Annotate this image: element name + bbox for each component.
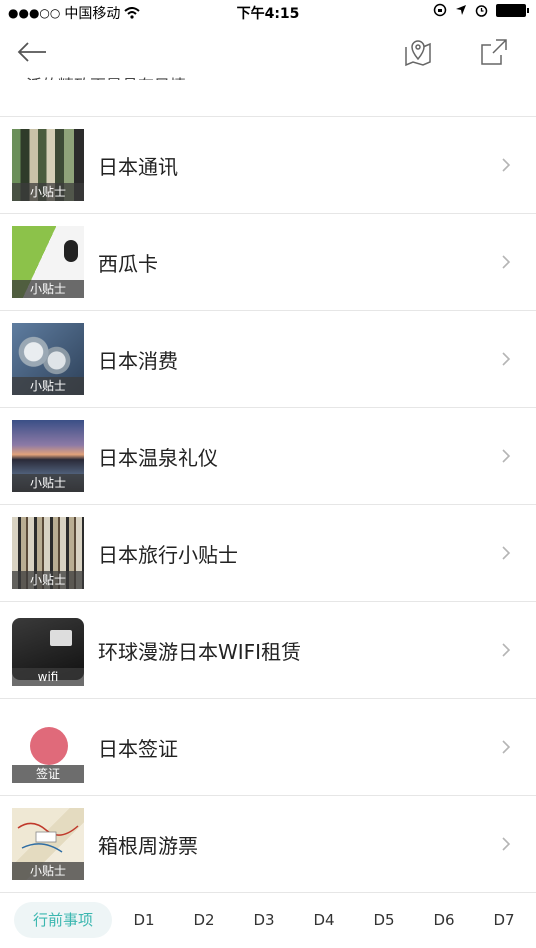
- thumbnail-image: wifi: [12, 614, 84, 686]
- alarm-icon: [475, 4, 488, 17]
- list-item-title: 日本温泉礼仪: [98, 446, 218, 470]
- list-item[interactable]: 小贴士 日本消费: [0, 310, 536, 407]
- list-item[interactable]: 小贴士 日本通讯: [0, 116, 536, 213]
- chevron-right-icon: [502, 643, 511, 657]
- list-item[interactable]: 签证 日本签证: [0, 698, 536, 795]
- chevron-right-icon: [502, 255, 511, 269]
- share-button[interactable]: [476, 34, 512, 70]
- thumbnail-badge: 小贴士: [12, 571, 84, 589]
- status-bar: ●●●○○ 中国移动 下午4:15: [0, 0, 536, 24]
- list-item-title: 日本旅行小贴士: [98, 543, 238, 567]
- list-item-title: 箱根周游票: [98, 834, 198, 858]
- thumbnail-badge: 签证: [12, 765, 84, 783]
- battery-icon: [496, 3, 529, 17]
- back-arrow-icon: [17, 42, 46, 62]
- list-item[interactable]: 小贴士 日本温泉礼仪: [0, 407, 536, 504]
- list-item[interactable]: wifi 环球漫游日本WIFI租赁: [0, 601, 536, 698]
- list-item-title: 日本通讯: [98, 155, 178, 179]
- location-arrow-icon: [456, 5, 466, 15]
- thumbnail-image: 小贴士: [12, 226, 84, 298]
- chevron-right-icon: [502, 546, 511, 560]
- day-tab-bar: 行前事项 D1 D2 D3 D4 D5 D6 D7: [0, 892, 536, 948]
- list-item-title: 西瓜卡: [98, 252, 158, 276]
- list-item-title: 环球漫游日本WIFI租赁: [98, 640, 302, 664]
- thumbnail-image: 小贴士: [12, 323, 84, 395]
- chevron-right-icon: [502, 740, 511, 754]
- tab-d1[interactable]: D1: [126, 902, 162, 938]
- thumbnail-badge: wifi: [12, 668, 84, 686]
- status-right: [433, 3, 529, 17]
- tab-d7[interactable]: D7: [486, 902, 522, 938]
- tab-d6[interactable]: D6: [426, 902, 462, 938]
- thumbnail-badge: 小贴士: [12, 183, 84, 201]
- chevron-right-icon: [502, 352, 511, 366]
- tab-pre-trip[interactable]: 行前事项: [14, 902, 112, 938]
- list-item[interactable]: 小贴士 箱根周游票: [0, 795, 536, 892]
- list-item-title: 日本签证: [98, 737, 178, 761]
- thumbnail-image: 小贴士: [12, 808, 84, 880]
- content-mask: [0, 80, 536, 116]
- thumbnail-image: 签证: [12, 711, 84, 783]
- list-item[interactable]: 小贴士 西瓜卡: [0, 213, 536, 310]
- tab-d3[interactable]: D3: [246, 902, 282, 938]
- tab-d4[interactable]: D4: [306, 902, 342, 938]
- list-item-title: 日本消费: [98, 349, 178, 373]
- thumbnail-badge: 小贴士: [12, 280, 84, 298]
- rotation-lock-icon: [433, 3, 447, 17]
- thumbnail-image: 小贴士: [12, 129, 84, 201]
- map-pin-icon: [405, 40, 431, 67]
- map-button[interactable]: [400, 34, 436, 70]
- chevron-right-icon: [502, 158, 511, 172]
- device-screen: [50, 630, 72, 646]
- thumbnail-badge: 小贴士: [12, 862, 84, 880]
- share-icon: [481, 39, 507, 65]
- thumbnail-image: 小贴士: [12, 517, 84, 589]
- thumbnail-badge: 小贴士: [12, 474, 84, 492]
- back-button[interactable]: [14, 34, 50, 70]
- chevron-right-icon: [502, 449, 511, 463]
- tab-d2[interactable]: D2: [186, 902, 222, 938]
- tab-d5[interactable]: D5: [366, 902, 402, 938]
- penguin-icon: [64, 240, 78, 262]
- chevron-right-icon: [502, 837, 511, 851]
- thumbnail-image: 小贴士: [12, 420, 84, 492]
- visa-dot-icon: [30, 727, 68, 765]
- tips-list: 小贴士 日本通讯 小贴士 西瓜卡 小贴士 日本消费 小贴士 日本温泉礼仪 小贴士…: [0, 116, 536, 892]
- list-item[interactable]: 小贴士 日本旅行小贴士: [0, 504, 536, 601]
- thumbnail-badge: 小贴士: [12, 377, 84, 395]
